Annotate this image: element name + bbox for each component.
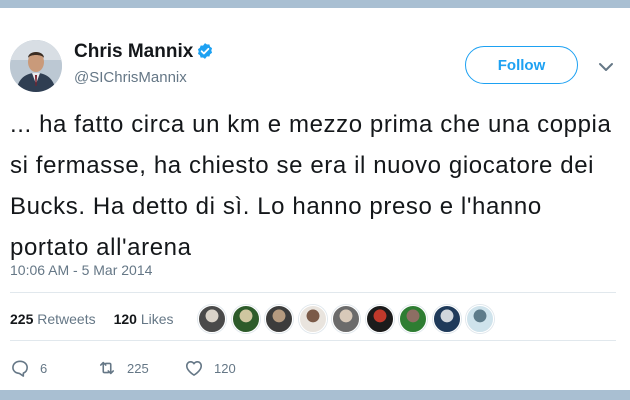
tweet-timestamp[interactable]: 10:06 AM - 5 Mar 2014: [10, 262, 152, 278]
tweet-actions: 6 225 120: [0, 358, 630, 382]
retweeter-avatar[interactable]: [399, 305, 427, 333]
retweet-action[interactable]: 225: [97, 358, 149, 378]
retweet-icon: [99, 361, 115, 375]
like-action[interactable]: 120: [184, 358, 236, 378]
author-handle[interactable]: @SIChrisMannix: [74, 69, 187, 86]
follow-button[interactable]: Follow: [465, 46, 578, 84]
retweeter-avatar[interactable]: [432, 305, 461, 333]
retweeter-avatar[interactable]: [365, 305, 394, 333]
retweets-stat[interactable]: 225 Retweets: [10, 311, 96, 327]
retweets-count: 225: [10, 311, 34, 327]
retweeter-avatar[interactable]: [298, 305, 327, 333]
retweeter-avatars: [198, 305, 500, 335]
top-frame-border: [0, 0, 630, 8]
likes-label: Likes: [140, 311, 174, 327]
likes-count: 120: [113, 311, 137, 327]
retweeter-avatar[interactable]: [265, 305, 293, 333]
reply-count: 6: [40, 360, 48, 376]
avatar-photo: [10, 40, 62, 92]
likes-stat[interactable]: 120 Likes: [114, 311, 174, 327]
divider-top: [10, 292, 616, 293]
retweeter-avatar[interactable]: [332, 305, 360, 333]
tweet-stats: 225 Retweets 120 Likes: [10, 311, 174, 327]
retweeter-avatar[interactable]: [231, 305, 260, 333]
author-avatar[interactable]: [10, 40, 62, 92]
verified-badge-icon: [197, 43, 213, 59]
retweets-label: Retweets: [37, 311, 96, 327]
retweeter-avatar[interactable]: [466, 305, 494, 333]
bottom-frame-border: [0, 390, 630, 400]
chevron-down-icon[interactable]: [598, 60, 614, 74]
retweet-count: 225: [127, 360, 149, 376]
divider-bottom: [10, 340, 616, 341]
author-name[interactable]: Chris Mannix: [74, 41, 193, 63]
like-count: 120: [214, 360, 236, 376]
reply-action[interactable]: 6: [10, 358, 47, 378]
retweeter-avatar[interactable]: [198, 305, 226, 333]
tweet-text: ... ha fatto circa un km e mezzo prima c…: [10, 111, 612, 261]
heart-icon: [185, 361, 203, 376]
reply-icon: [12, 360, 28, 377]
